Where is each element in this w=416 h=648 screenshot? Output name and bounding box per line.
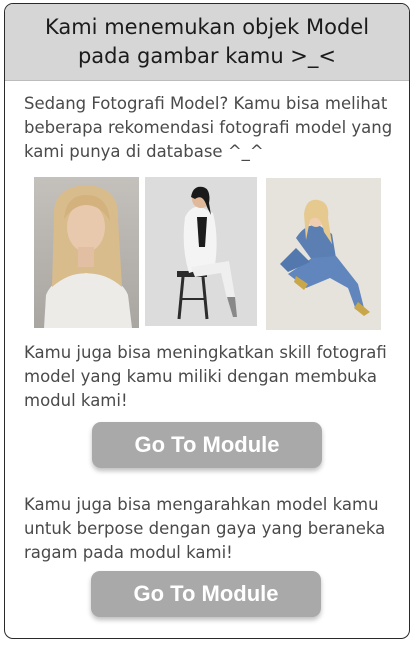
header-title-line2: pada gambar kamu >_< bbox=[77, 44, 336, 68]
card-header: Kami menemukan objek Model pada gambar k… bbox=[5, 4, 409, 81]
module-skill-text: Kamu juga bisa meningkatkan skill fotogr… bbox=[24, 343, 387, 410]
model-photo-blue-suit-crouch[interactable] bbox=[266, 178, 381, 330]
module-pose-text: Kamu juga bisa mengarahkan model kamu un… bbox=[24, 495, 386, 562]
model-photo-blonde-white-tee[interactable] bbox=[34, 177, 139, 328]
header-title-line1: Kami menemukan objek Model bbox=[44, 15, 370, 39]
recommendation-card: Kami menemukan objek Model pada gambar k… bbox=[4, 3, 410, 639]
intro-text: Sedang Fotografi Model? Kamu bisa meliha… bbox=[24, 94, 393, 161]
model-photo-white-suit-stool[interactable] bbox=[145, 177, 257, 326]
go-to-module-button-pose[interactable]: Go To Module bbox=[91, 571, 321, 617]
header-title: Kami menemukan objek Model pada gambar k… bbox=[45, 13, 369, 71]
go-to-module-button-skill[interactable]: Go To Module bbox=[92, 422, 322, 468]
